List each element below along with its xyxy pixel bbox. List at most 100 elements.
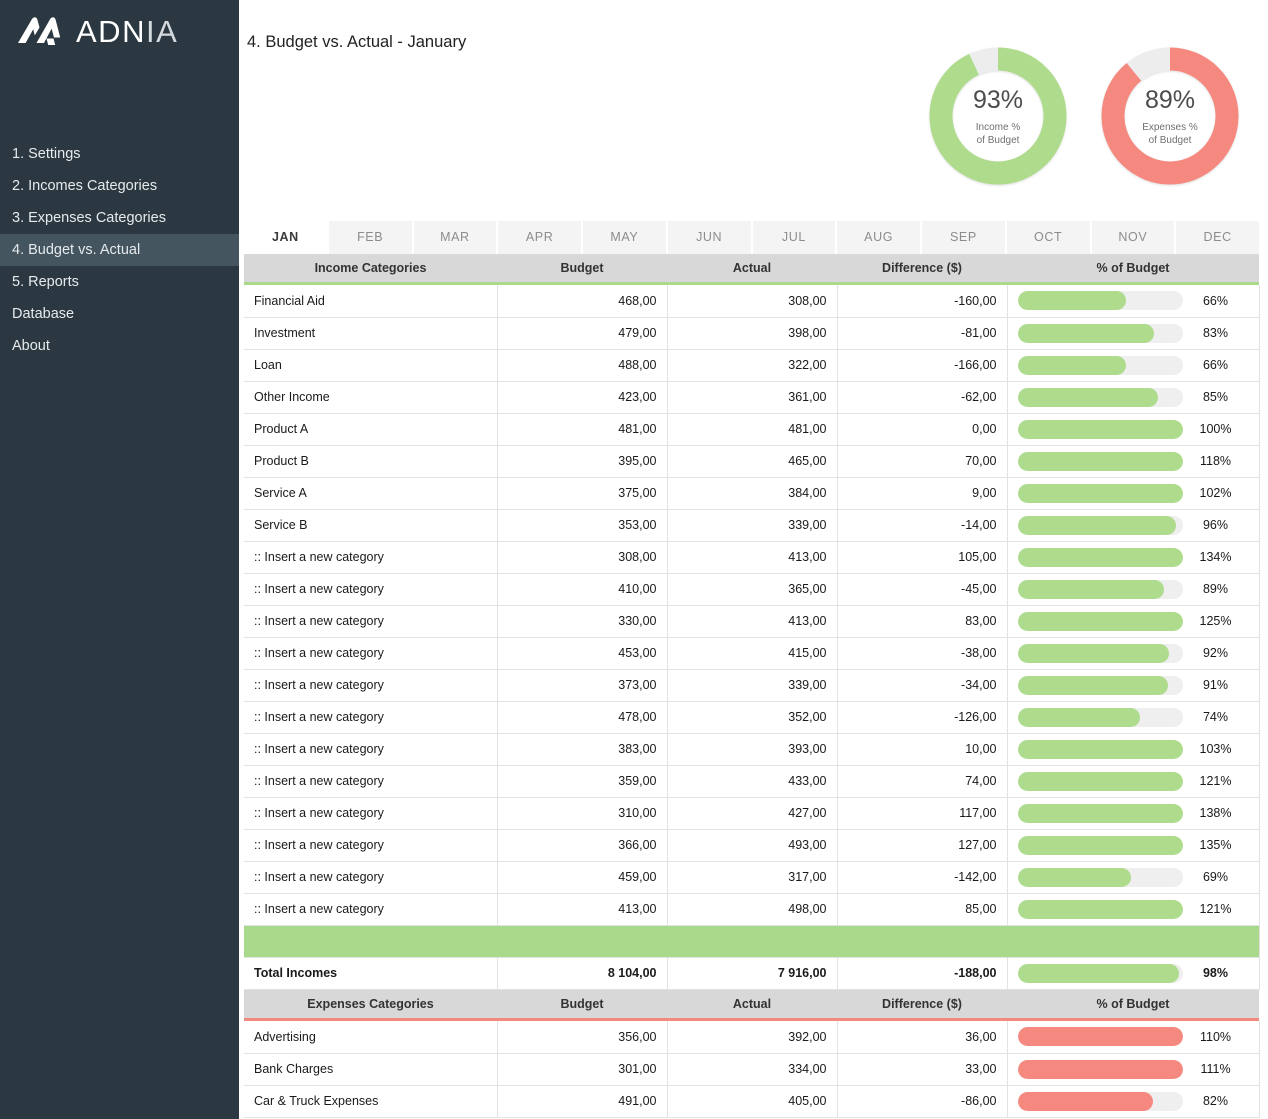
pct-bar-group: 74% bbox=[1018, 708, 1249, 727]
pct-bar-track bbox=[1018, 580, 1183, 599]
cell-category[interactable]: :: Insert a new category bbox=[244, 765, 497, 797]
sidebar-item-settings[interactable]: 1. Settings bbox=[0, 138, 239, 170]
cell-category[interactable]: :: Insert a new category bbox=[244, 605, 497, 637]
cell-category[interactable]: :: Insert a new category bbox=[244, 541, 497, 573]
pct-bar-track bbox=[1018, 644, 1183, 663]
cell-category[interactable]: Advertising bbox=[244, 1021, 497, 1053]
pct-bar-track bbox=[1018, 772, 1183, 791]
pct-bar-group: 103% bbox=[1018, 740, 1249, 759]
sidebar-item-expenses-categories[interactable]: 3. Expenses Categories bbox=[0, 202, 239, 234]
cell-pct-of-budget: 85% bbox=[1007, 381, 1259, 413]
table-row: Product B395,00465,0070,00118% bbox=[244, 445, 1259, 477]
cell-category[interactable]: :: Insert a new category bbox=[244, 637, 497, 669]
cell-budget: 481,00 bbox=[497, 413, 667, 445]
cell-difference: -126,00 bbox=[837, 701, 1007, 733]
pct-bar-fill bbox=[1018, 291, 1127, 310]
cell-budget: 478,00 bbox=[497, 701, 667, 733]
cell-category[interactable]: :: Insert a new category bbox=[244, 797, 497, 829]
pct-bar-label: 89% bbox=[1183, 582, 1249, 596]
tab-apr[interactable]: APR bbox=[498, 221, 583, 254]
cell-pct-of-budget: 103% bbox=[1007, 733, 1259, 765]
cell-category[interactable]: :: Insert a new category bbox=[244, 893, 497, 925]
cell-difference: 83,00 bbox=[837, 605, 1007, 637]
cell-budget: 453,00 bbox=[497, 637, 667, 669]
brand-name-bold: ADN bbox=[76, 14, 146, 49]
pct-bar-fill bbox=[1018, 708, 1140, 727]
cell-difference: 10,00 bbox=[837, 733, 1007, 765]
tab-mar[interactable]: MAR bbox=[414, 221, 499, 254]
cell-category[interactable]: Service B bbox=[244, 509, 497, 541]
cell-category[interactable]: Total Incomes bbox=[244, 957, 497, 989]
cell-category[interactable]: Car & Truck Expenses bbox=[244, 1085, 497, 1117]
cell-actual: 393,00 bbox=[667, 733, 837, 765]
cell-pct-of-budget: 134% bbox=[1007, 541, 1259, 573]
cell-category[interactable]: :: Insert a new category bbox=[244, 733, 497, 765]
table-row: Product A481,00481,000,00100% bbox=[244, 413, 1259, 445]
cell-budget: 383,00 bbox=[497, 733, 667, 765]
cell-category[interactable]: :: Insert a new category bbox=[244, 829, 497, 861]
tab-jul[interactable]: JUL bbox=[753, 221, 838, 254]
expense-table-body: Advertising356,00392,0036,00110%Bank Cha… bbox=[244, 1021, 1259, 1117]
cell-difference: -160,00 bbox=[837, 285, 1007, 317]
cell-category[interactable]: Investment bbox=[244, 317, 497, 349]
cell-category[interactable]: Service A bbox=[244, 477, 497, 509]
cell-actual: 405,00 bbox=[667, 1085, 837, 1117]
tab-sep[interactable]: SEP bbox=[922, 221, 1007, 254]
pct-bar-group: 118% bbox=[1018, 452, 1249, 471]
cell-category[interactable]: Financial Aid bbox=[244, 285, 497, 317]
tab-dec[interactable]: DEC bbox=[1176, 221, 1259, 254]
cell-pct-of-budget: 91% bbox=[1007, 669, 1259, 701]
cell-difference: -62,00 bbox=[837, 381, 1007, 413]
tab-jun[interactable]: JUN bbox=[668, 221, 753, 254]
table-row: :: Insert a new category478,00352,00-126… bbox=[244, 701, 1259, 733]
tab-feb[interactable]: FEB bbox=[329, 221, 414, 254]
cell-difference: -81,00 bbox=[837, 317, 1007, 349]
cell-budget: 413,00 bbox=[497, 893, 667, 925]
cell-category[interactable]: :: Insert a new category bbox=[244, 669, 497, 701]
pct-bar-group: 111% bbox=[1018, 1060, 1249, 1079]
cell-difference: 117,00 bbox=[837, 797, 1007, 829]
tab-aug[interactable]: AUG bbox=[837, 221, 922, 254]
month-tab-bar: JANFEBMARAPRMAYJUNJULAUGSEPOCTNOVDEC bbox=[244, 221, 1259, 254]
table-row: Service B353,00339,00-14,0096% bbox=[244, 509, 1259, 541]
sidebar-item-database[interactable]: Database bbox=[0, 298, 239, 330]
cell-category[interactable]: :: Insert a new category bbox=[244, 573, 497, 605]
sidebar-item-incomes-categories[interactable]: 2. Incomes Categories bbox=[0, 170, 239, 202]
sidebar-item-budget-vs-actual[interactable]: 4. Budget vs. Actual bbox=[0, 234, 239, 266]
income-header-pct: % of Budget bbox=[1007, 254, 1259, 282]
sidebar-item-about[interactable]: About bbox=[0, 330, 239, 362]
cell-budget: 366,00 bbox=[497, 829, 667, 861]
cell-category[interactable]: Loan bbox=[244, 349, 497, 381]
cell-difference: -38,00 bbox=[837, 637, 1007, 669]
cell-actual: 339,00 bbox=[667, 509, 837, 541]
cell-pct-of-budget: 121% bbox=[1007, 765, 1259, 797]
cell-category[interactable]: Other Income bbox=[244, 381, 497, 413]
cell-category[interactable]: Bank Charges bbox=[244, 1053, 497, 1085]
tab-may[interactable]: MAY bbox=[583, 221, 668, 254]
cell-difference: 33,00 bbox=[837, 1053, 1007, 1085]
pct-bar-label: 66% bbox=[1183, 358, 1249, 372]
sidebar-item-reports[interactable]: 5. Reports bbox=[0, 266, 239, 298]
tab-oct[interactable]: OCT bbox=[1007, 221, 1092, 254]
table-row: :: Insert a new category373,00339,00-34,… bbox=[244, 669, 1259, 701]
cell-actual: 398,00 bbox=[667, 317, 837, 349]
pct-bar-group: 85% bbox=[1018, 388, 1249, 407]
cell-budget: 479,00 bbox=[497, 317, 667, 349]
brand-logo[interactable]: ADNIA bbox=[0, 0, 239, 62]
tab-jan[interactable]: JAN bbox=[244, 221, 329, 254]
page-title: 4. Budget vs. Actual - January bbox=[247, 33, 466, 52]
income-donut-svg bbox=[929, 47, 1067, 185]
donut-value-arc bbox=[941, 59, 1055, 173]
cell-category[interactable]: :: Insert a new category bbox=[244, 861, 497, 893]
cell-category[interactable]: Product B bbox=[244, 445, 497, 477]
pct-bar-group: 83% bbox=[1018, 324, 1249, 343]
cell-category[interactable]: :: Insert a new category bbox=[244, 701, 497, 733]
cell-category[interactable]: Product A bbox=[244, 413, 497, 445]
pct-bar-group: 66% bbox=[1018, 291, 1249, 310]
tab-nov[interactable]: NOV bbox=[1092, 221, 1177, 254]
cell-budget: 356,00 bbox=[497, 1021, 667, 1053]
pct-bar-fill bbox=[1018, 1060, 1183, 1079]
cell-difference: -34,00 bbox=[837, 669, 1007, 701]
expense-table-section: Expenses Categories Budget Actual Differ… bbox=[244, 990, 1259, 1118]
pct-bar-group: 121% bbox=[1018, 900, 1249, 919]
